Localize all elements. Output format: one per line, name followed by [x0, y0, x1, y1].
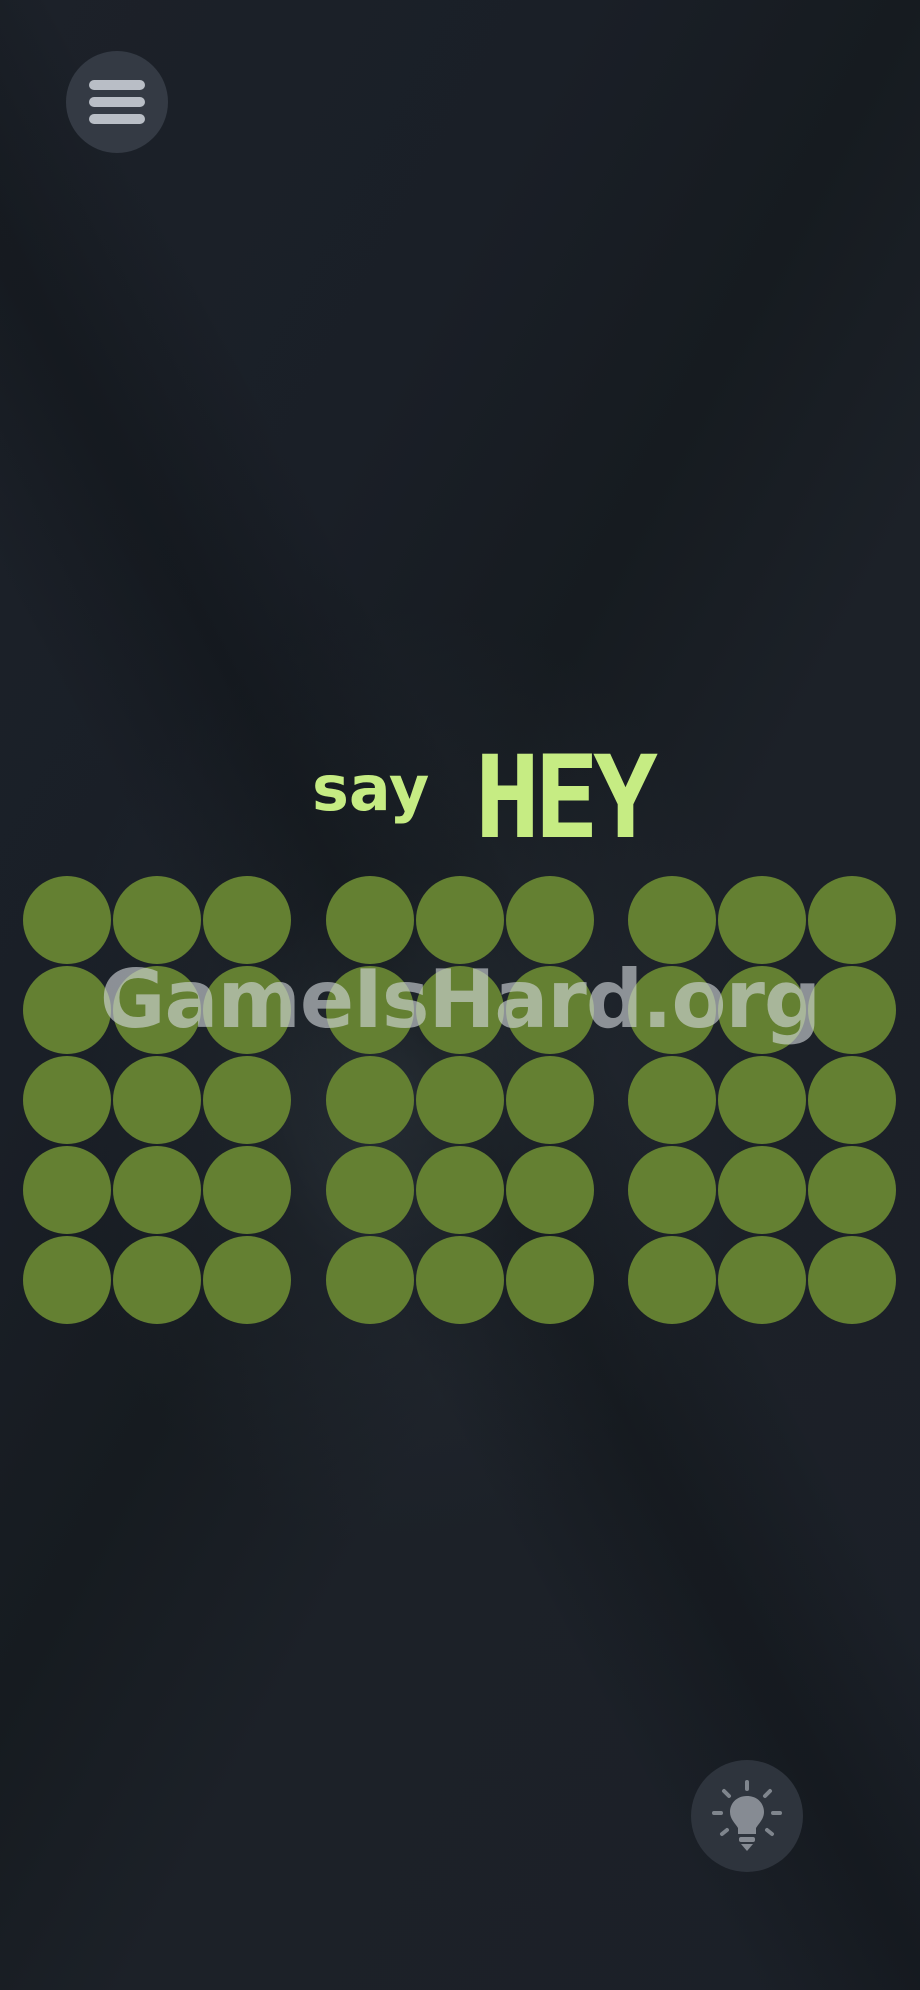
dot-p3-r3-c3[interactable] [808, 1056, 896, 1144]
dot-p3-r4-c2[interactable] [718, 1146, 806, 1234]
dot-p1-r5-c2[interactable] [113, 1236, 201, 1324]
dot-p3-r1-c2[interactable] [718, 876, 806, 964]
dot-p3-r1-c3[interactable] [808, 876, 896, 964]
hint-button[interactable] [691, 1760, 803, 1872]
dot-p1-r1-c3[interactable] [203, 876, 291, 964]
dot-p1-r3-c2[interactable] [113, 1056, 201, 1144]
dot-p3-r5-c1[interactable] [628, 1236, 716, 1324]
lightbulb-icon [712, 1780, 782, 1851]
dot-p2-r3-c1[interactable] [326, 1056, 414, 1144]
dot-p2-r5-c2[interactable] [416, 1236, 504, 1324]
dot-p1-r4-c3[interactable] [203, 1146, 291, 1234]
dot-p1-r4-c2[interactable] [113, 1146, 201, 1234]
dot-p1-r5-c1[interactable] [23, 1236, 111, 1324]
dot-p2-r1-c3[interactable] [506, 876, 594, 964]
dot-p1-r3-c1[interactable] [23, 1056, 111, 1144]
dot-p2-r5-c3[interactable] [506, 1236, 594, 1324]
dot-p2-r1-c1[interactable] [326, 876, 414, 964]
dot-p1-r5-c3[interactable] [203, 1236, 291, 1324]
dot-p2-r3-c2[interactable] [416, 1056, 504, 1144]
dot-p3-r5-c2[interactable] [718, 1236, 806, 1324]
watermark: GameIsHard.org [99, 953, 821, 1046]
dot-p1-r4-c1[interactable] [23, 1146, 111, 1234]
dot-p2-r1-c2[interactable] [416, 876, 504, 964]
dot-p3-r3-c1[interactable] [628, 1056, 716, 1144]
dot-p3-r1-c1[interactable] [628, 876, 716, 964]
dot-p3-r5-c3[interactable] [808, 1236, 896, 1324]
dot-p1-r3-c3[interactable] [203, 1056, 291, 1144]
dot-p2-r4-c1[interactable] [326, 1146, 414, 1234]
dot-p3-r4-c3[interactable] [808, 1146, 896, 1234]
dot-p2-r5-c1[interactable] [326, 1236, 414, 1324]
dot-p2-r4-c2[interactable] [416, 1146, 504, 1234]
dot-p3-r3-c2[interactable] [718, 1056, 806, 1144]
dot-p3-r4-c1[interactable] [628, 1146, 716, 1234]
dot-p2-r4-c3[interactable] [506, 1146, 594, 1234]
dot-p1-r1-c1[interactable] [23, 876, 111, 964]
dot-p2-r3-c3[interactable] [506, 1056, 594, 1144]
dot-p1-r1-c2[interactable] [113, 876, 201, 964]
